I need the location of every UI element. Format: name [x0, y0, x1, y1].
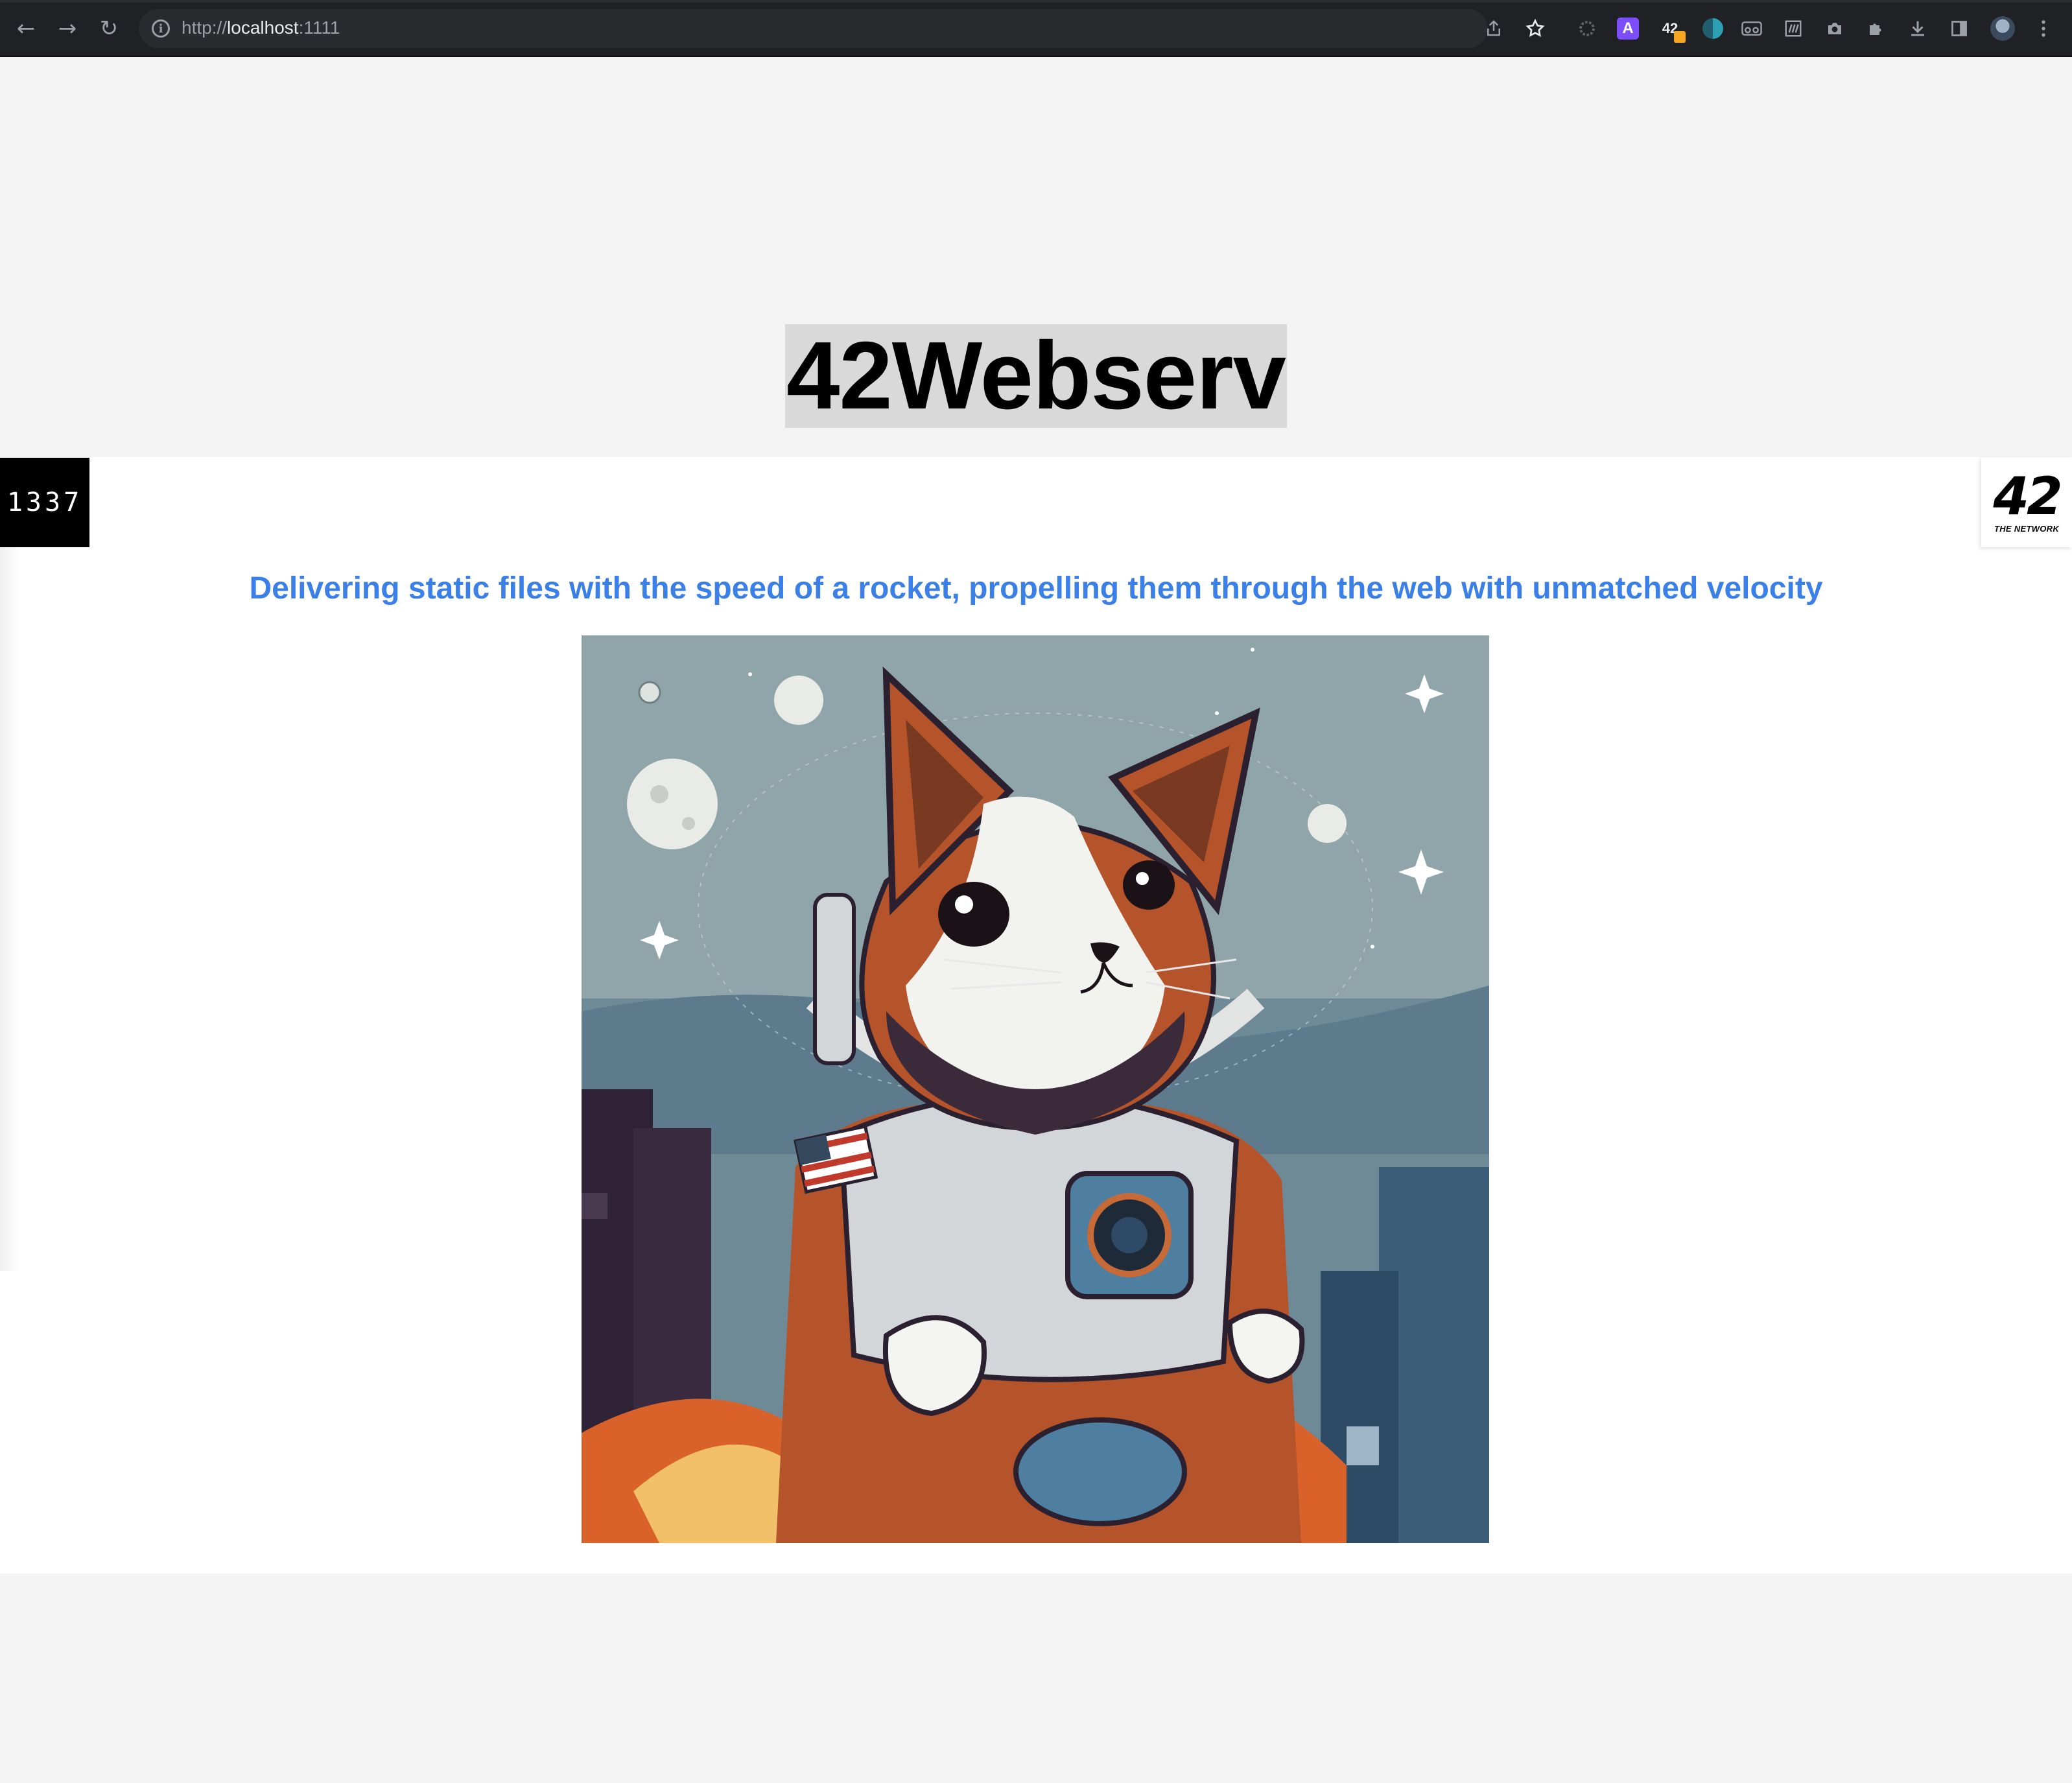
side-panel-icon: [1951, 21, 1967, 36]
share-icon: [1487, 19, 1500, 36]
camera-button[interactable]: [1822, 16, 1848, 41]
downloads-button[interactable]: [1905, 16, 1931, 41]
hero-image: [582, 635, 1489, 1543]
logo-1337[interactable]: 1337: [0, 458, 89, 547]
bookmark-button[interactable]: [1522, 16, 1548, 41]
extension-42-button[interactable]: 42: [1657, 16, 1686, 43]
site-info-icon[interactable]: i: [152, 19, 170, 38]
extension-a-icon: A: [1622, 19, 1634, 37]
url-text[interactable]: http://localhost:1111: [182, 18, 340, 38]
left-edge-shadow: [0, 538, 19, 1271]
extension-circle-button[interactable]: [1702, 18, 1723, 39]
page-title: 42Webserv: [785, 322, 1287, 429]
share-button[interactable]: [1481, 16, 1507, 41]
address-bar[interactable]: i http://localhost:1111: [139, 9, 1487, 48]
url-port: :1111: [298, 18, 340, 38]
profile-button[interactable]: [1990, 16, 2015, 41]
extension-w-icon: [1785, 20, 1802, 37]
logo-42-subtitle: THE NETWORK: [1994, 523, 2060, 534]
reload-icon: ↻: [99, 16, 119, 41]
reload-button[interactable]: ↻: [95, 14, 123, 43]
more-menu-icon: [2042, 20, 2045, 37]
logo-1337-text: 1337: [6, 488, 83, 517]
url-scheme: http://: [182, 18, 228, 38]
warning-badge: [1674, 31, 1686, 43]
camera-icon: [1828, 23, 1841, 34]
extension-ring-icon: [1579, 21, 1595, 36]
arrow-left-icon: ←: [16, 16, 36, 41]
extension-w-button[interactable]: [1780, 16, 1806, 41]
tagline: Delivering static files with the speed o…: [249, 571, 1823, 606]
browser-toolbar: ← → ↻ i http://localhost:1111 A 42: [0, 0, 2072, 57]
url-host: localhost: [227, 18, 299, 38]
extension-ring-button[interactable]: [1574, 16, 1600, 41]
header: 42Webserv: [0, 324, 2072, 428]
extension-glasses-icon: [1741, 21, 1762, 36]
extension-a-button[interactable]: A: [1617, 18, 1639, 40]
forward-button[interactable]: →: [53, 14, 82, 43]
logo-42-number: 42: [1993, 466, 2062, 526]
logo-42-network[interactable]: 42 THE NETWORK: [1981, 458, 2072, 547]
arrow-right-icon: →: [58, 16, 77, 41]
more-menu-button[interactable]: [2031, 16, 2056, 41]
astronaut-cat-illustration: [582, 635, 1489, 1543]
back-button[interactable]: ←: [12, 14, 40, 43]
bookmark-star-icon: [1525, 18, 1545, 37]
side-panel-button[interactable]: [1946, 16, 1972, 41]
extensions-menu-button[interactable]: [1863, 16, 1889, 41]
extension-glasses-button[interactable]: [1739, 16, 1765, 41]
download-icon: [1911, 21, 1924, 36]
puzzle-icon: [1870, 23, 1881, 35]
tab-strip-edge: [0, 0, 2072, 3]
